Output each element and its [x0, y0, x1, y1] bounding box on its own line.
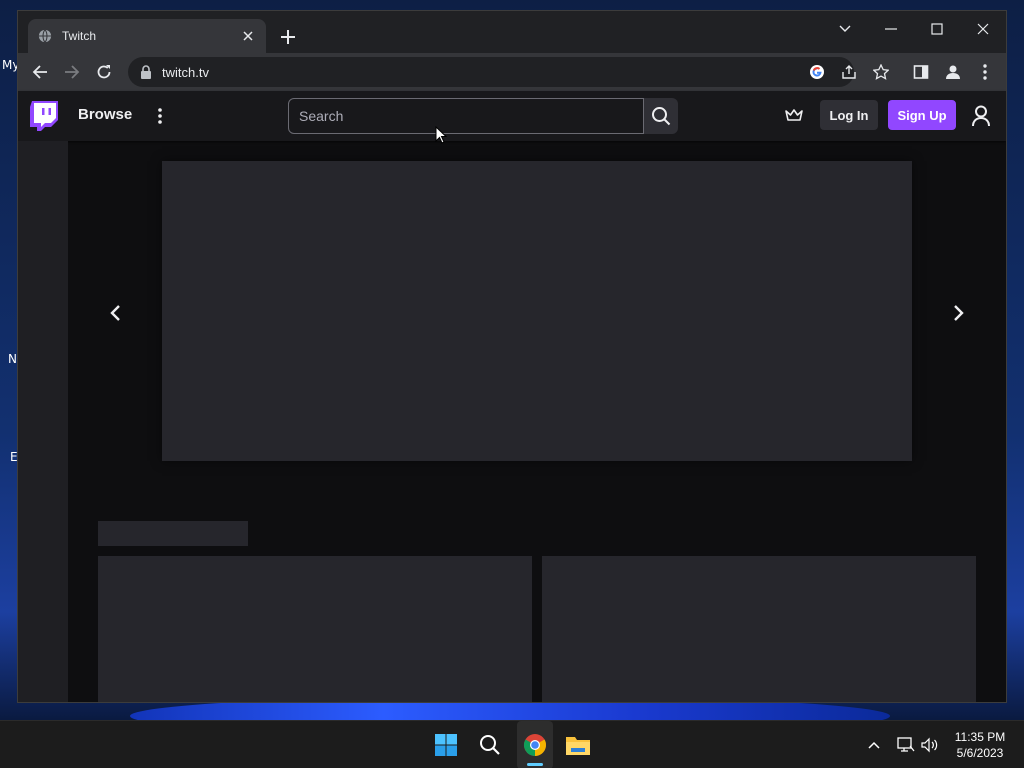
reload-icon[interactable]	[93, 61, 115, 83]
browser-toolbar: twitch.tv	[18, 53, 1006, 91]
carousel-next-arrow-icon[interactable]	[946, 301, 970, 325]
clock-time: 11:35 PM	[954, 730, 1006, 744]
search-input[interactable]	[288, 98, 644, 134]
twitch-logo-icon[interactable]	[30, 101, 58, 131]
profile-icon[interactable]	[942, 61, 964, 83]
minimize-icon[interactable]	[876, 17, 906, 41]
share-icon[interactable]	[838, 61, 860, 83]
stream-card-placeholder-1[interactable]	[98, 556, 532, 702]
taskbar-search-icon[interactable]	[474, 729, 506, 761]
bookmark-star-icon[interactable]	[870, 61, 892, 83]
maximize-icon[interactable]	[922, 17, 952, 41]
browser-tab-twitch[interactable]: Twitch	[28, 19, 266, 53]
system-clock[interactable]: 11:35 PM 5/6/2023	[950, 729, 1010, 761]
volume-icon[interactable]	[920, 735, 940, 755]
desktop-icon-label-2[interactable]: N	[8, 352, 17, 366]
more-options-icon[interactable]	[154, 106, 166, 126]
log-in-button[interactable]: Log In	[820, 100, 878, 130]
tab-strip: Twitch	[18, 11, 1006, 53]
close-tab-icon[interactable]	[240, 28, 256, 44]
side-panel-icon[interactable]	[910, 61, 932, 83]
search-icon	[652, 107, 671, 126]
carousel-prev-arrow-icon[interactable]	[104, 301, 128, 325]
forward-arrow-icon[interactable]	[61, 61, 83, 83]
lock-icon	[141, 65, 151, 79]
mouse-cursor-icon	[435, 126, 447, 144]
windows-start-icon[interactable]	[430, 729, 462, 761]
twitch-sidebar	[18, 141, 68, 702]
address-bar[interactable]: twitch.tv	[128, 57, 854, 87]
chrome-icon[interactable]	[519, 729, 551, 761]
stream-card-placeholder-2[interactable]	[542, 556, 976, 702]
taskbar: 11:35 PM 5/6/2023	[0, 720, 1024, 768]
network-icon[interactable]	[896, 735, 916, 755]
tray-chevron-up-icon[interactable]	[864, 735, 884, 755]
user-menu-icon[interactable]	[971, 105, 991, 127]
browse-link[interactable]: Browse	[78, 106, 132, 123]
new-tab-icon[interactable]	[278, 27, 298, 47]
globe-icon	[38, 29, 52, 43]
section-title-placeholder	[98, 521, 248, 546]
back-arrow-icon[interactable]	[29, 61, 51, 83]
search-button[interactable]	[644, 98, 678, 134]
file-explorer-icon[interactable]	[562, 729, 594, 761]
tab-title: Twitch	[62, 29, 97, 43]
twitch-page: Browse Log In Sign Up	[18, 91, 1006, 702]
address-text: twitch.tv	[162, 64, 209, 80]
kebab-menu-icon[interactable]	[974, 61, 996, 83]
sign-up-button[interactable]: Sign Up	[888, 100, 956, 130]
prime-crown-icon[interactable]	[784, 105, 804, 125]
clock-date: 5/6/2023	[956, 746, 1004, 760]
chrome-running-indicator	[527, 763, 543, 766]
close-window-icon[interactable]	[968, 17, 998, 41]
google-lens-icon[interactable]	[806, 61, 828, 83]
tab-search-chevron-icon[interactable]	[830, 17, 860, 41]
twitch-top-nav: Browse Log In Sign Up	[18, 91, 1006, 141]
browser-window: Twitch twitch.tv Browse Search Log In Si…	[17, 10, 1007, 703]
featured-carousel-placeholder[interactable]	[162, 161, 912, 461]
